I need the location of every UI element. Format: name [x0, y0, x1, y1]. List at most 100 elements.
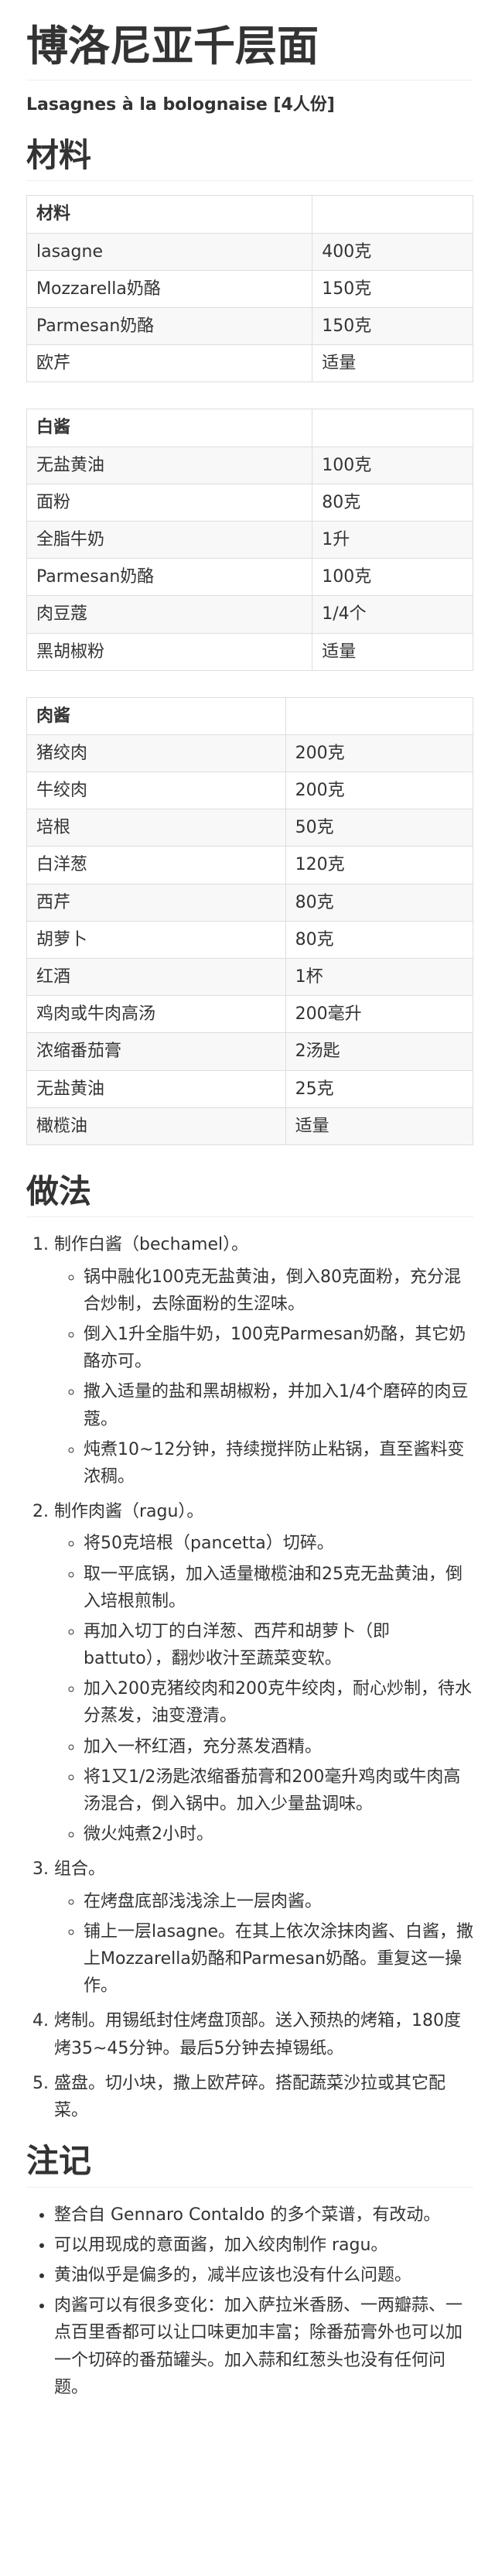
- ingredient-name: 牛绞肉: [26, 771, 286, 810]
- ingredient-amount: 120克: [285, 846, 474, 884]
- ingredient-amount: 80克: [312, 483, 473, 522]
- ingredient-name: 培根: [26, 809, 286, 847]
- ingredient-amount: 1杯: [285, 958, 474, 997]
- ingredient-name: 全脂牛奶: [26, 520, 313, 559]
- ingredient-name: 橄榄油: [26, 1107, 286, 1145]
- ingredient-name: 西芹: [26, 883, 286, 922]
- note-item: 可以用现成的意面酱，加入绞肉制作 ragu。: [54, 2232, 473, 2259]
- table-row: 白洋葱 120克: [26, 846, 474, 884]
- ingredient-name: 欧芹: [26, 344, 313, 383]
- ingredient-name: 面粉: [26, 483, 313, 522]
- recipe-page: 博洛尼亚千层面 Lasagnes à la bolognaise [4人份] 材…: [0, 0, 495, 2435]
- substep-item: 再加入切丁的白洋葱、西芹和胡萝卜（即battuto），翻炒收汁至蔬菜变软。: [84, 1618, 473, 1672]
- table-row: 无盐黄油 25克: [26, 1069, 474, 1108]
- table-row: Parmesan奶酪 150克: [26, 307, 473, 346]
- ingredient-amount: 200毫升: [285, 995, 474, 1034]
- table-row: 欧芹 适量: [26, 344, 473, 383]
- table-row: lasagne 400克: [26, 232, 473, 271]
- page-title: 博洛尼亚千层面: [26, 22, 473, 80]
- table-body: 猪绞肉 200克 牛绞肉 200克 培根 50克 白洋葱 120克 西芹 80克 胡萝卜 80克 红酒 1…: [26, 734, 474, 1145]
- table-header-cell: 肉酱: [26, 696, 286, 735]
- ingredient-amount: 100克: [312, 558, 473, 597]
- ingredient-amount: 适量: [285, 1107, 474, 1145]
- table-header-cell: 白酱: [26, 409, 313, 447]
- table-header-cell: 材料: [26, 195, 313, 234]
- table-row: 猪绞肉 200克: [26, 734, 474, 773]
- method-step: 烤制。用锡纸封住烤盘顶部。送入预热的烤箱，180度烤35~45分钟。最后5分钟去…: [54, 2007, 473, 2061]
- table-row: 浓缩番茄膏 2汤匙: [26, 1032, 474, 1071]
- table-row: Parmesan奶酪 100克: [26, 558, 473, 597]
- ingredient-name: Mozzarella奶酪: [26, 269, 313, 309]
- ingredient-amount: 适量: [312, 344, 473, 383]
- ingredient-name: 浓缩番茄膏: [26, 1032, 286, 1071]
- ingredient-amount: 1升: [312, 520, 473, 559]
- ingredient-amount: 适量: [312, 632, 473, 671]
- ingredient-amount: 2汤匙: [285, 1032, 474, 1071]
- ingredient-tables: 材料 lasagne 400克 Mozzarella奶酪 150克 Parmesan奶酪 1…: [26, 195, 474, 1145]
- ingredient-name: 胡萝卜: [26, 920, 286, 960]
- substep-item: 将1又1/2汤匙浓缩番茄膏和200毫升鸡肉或牛肉高汤混合，倒入锅中。加入少量盐调…: [84, 1764, 473, 1818]
- step-text: 烤制。用锡纸封住烤盘顶部。送入预热的烤箱，180度烤35~45分钟。最后5分钟去…: [54, 2011, 461, 2058]
- substep-item: 加入一杯红酒，充分蒸发酒精。: [84, 1733, 473, 1760]
- ingredient-name: 红酒: [26, 958, 286, 997]
- method-step: 盛盘。切小块，撒上欧芹碎。搭配蔬菜沙拉或其它配菜。: [54, 2070, 473, 2124]
- ingredient-amount: 25克: [285, 1069, 474, 1108]
- table-row: 牛绞肉 200克: [26, 771, 474, 810]
- ingredient-amount: 1/4个: [312, 595, 473, 634]
- substep-item: 铺上一层lasagne。在其上依次涂抹肉酱、白酱，撒上Mozzarella奶酪和…: [84, 1918, 473, 2000]
- table-row: 红酒 1杯: [26, 958, 474, 997]
- recipe-subtitle: Lasagnes à la bolognaise [4人份]: [26, 94, 335, 115]
- step-text: 制作白酱（bechamel）。: [54, 1235, 249, 1255]
- substep-item: 撒入适量的盐和黑胡椒粉，并加入1/4个磨碎的肉豆蔻。: [84, 1378, 473, 1432]
- table-row: 无盐黄油 100克: [26, 446, 473, 484]
- substep-list: 在烤盘底部浅浅涂上一层肉酱。铺上一层lasagne。在其上依次涂抹肉酱、白酱，撒…: [54, 1888, 473, 2000]
- table-row: 鸡肉或牛肉高汤 200毫升: [26, 995, 474, 1034]
- table-head: 肉酱: [26, 696, 474, 735]
- table-row: 黑胡椒粉 适量: [26, 632, 473, 671]
- ingredient-amount: 200克: [285, 734, 474, 773]
- ingredient-name: Parmesan奶酪: [26, 307, 313, 346]
- table-row: 面粉 80克: [26, 483, 473, 522]
- method-step: 制作白酱（bechamel）。锅中融化100克无盐黄油，倒入80克面粉，充分混合…: [54, 1231, 473, 1490]
- ingredient-amount: 80克: [285, 883, 474, 922]
- table-header-cell: [312, 409, 473, 447]
- table-body: lasagne 400克 Mozzarella奶酪 150克 Parmesan奶酪 150…: [26, 232, 473, 383]
- table-row: 全脂牛奶 1升: [26, 520, 473, 559]
- ingredient-table: 白酱 无盐黄油 100克 面粉 80克 全脂牛奶 1升 Parmesan奶酪 100克 肉豆蔻 1/…: [26, 409, 473, 671]
- ingredient-table: 材料 lasagne 400克 Mozzarella奶酪 150克 Parmesan奶酪 1…: [26, 195, 473, 383]
- table-header-cell: [312, 195, 473, 234]
- substep-list: 将50克培根（pancetta）切碎。取一平底锅，加入适量橄榄油和25克无盐黄油…: [54, 1530, 473, 1848]
- ingredient-name: lasagne: [26, 232, 313, 271]
- substep-item: 微火炖煮2小时。: [84, 1821, 473, 1848]
- substep-item: 炖煮10~12分钟，持续搅拌防止粘锅，直至酱料变浓稠。: [84, 1436, 473, 1490]
- table-header-cell: [285, 696, 474, 735]
- step-text: 制作肉酱（ragu）。: [54, 1502, 204, 1522]
- substep-item: 加入200克猪绞肉和200克牛绞肉，耐心炒制，待水分蒸发，油变澄清。: [84, 1675, 473, 1729]
- table-row: 肉豆蔻 1/4个: [26, 595, 473, 634]
- substep-item: 在烤盘底部浅浅涂上一层肉酱。: [84, 1888, 473, 1915]
- ingredient-name: 肉豆蔻: [26, 595, 313, 634]
- ingredient-name: 黑胡椒粉: [26, 632, 313, 671]
- table-header-row: 肉酱: [26, 696, 474, 735]
- substep-item: 取一平底锅，加入适量橄榄油和25克无盐黄油，倒入培根煎制。: [84, 1561, 473, 1615]
- method-step: 组合。在烤盘底部浅浅涂上一层肉酱。铺上一层lasagne。在其上依次涂抹肉酱、白…: [54, 1856, 473, 2000]
- ingredient-amount: 200克: [285, 771, 474, 810]
- ingredient-name: 无盐黄油: [26, 446, 313, 484]
- table-body: 无盐黄油 100克 面粉 80克 全脂牛奶 1升 Parmesan奶酪 100克 肉豆蔻 1/4个…: [26, 446, 473, 671]
- step-text: 盛盘。切小块，撒上欧芹碎。搭配蔬菜沙拉或其它配菜。: [54, 2073, 446, 2120]
- table-row: 胡萝卜 80克: [26, 920, 474, 960]
- section-heading-method: 做法: [26, 1172, 473, 1218]
- table-row: 培根 50克: [26, 809, 474, 847]
- note-item: 肉酱可以有很多变化：加入萨拉米香肠、一两瓣蒜、一点百里香都可以让口味更加丰富；除…: [54, 2292, 473, 2401]
- ingredient-name: 白洋葱: [26, 846, 286, 884]
- ingredient-amount: 80克: [285, 920, 474, 960]
- method-step: 制作肉酱（ragu）。将50克培根（pancetta）切碎。取一平底锅，加入适量…: [54, 1498, 473, 1848]
- table-row: 西芹 80克: [26, 883, 474, 922]
- table-row: 橄榄油 适量: [26, 1107, 474, 1145]
- section-heading-materials: 材料: [26, 135, 473, 182]
- ingredient-name: 猪绞肉: [26, 734, 286, 773]
- ingredient-name: 鸡肉或牛肉高汤: [26, 995, 286, 1034]
- substep-item: 锅中融化100克无盐黄油，倒入80克面粉，充分混合炒制，去除面粉的生涩味。: [84, 1264, 473, 1318]
- substep-item: 倒入1升全脂牛奶，100克Parmesan奶酪，其它奶酪亦可。: [84, 1321, 473, 1375]
- ingredient-table: 肉酱 猪绞肉 200克 牛绞肉 200克 培根 50克 白洋葱 120克 西芹 80克 胡萝卜 80克红…: [26, 696, 474, 1145]
